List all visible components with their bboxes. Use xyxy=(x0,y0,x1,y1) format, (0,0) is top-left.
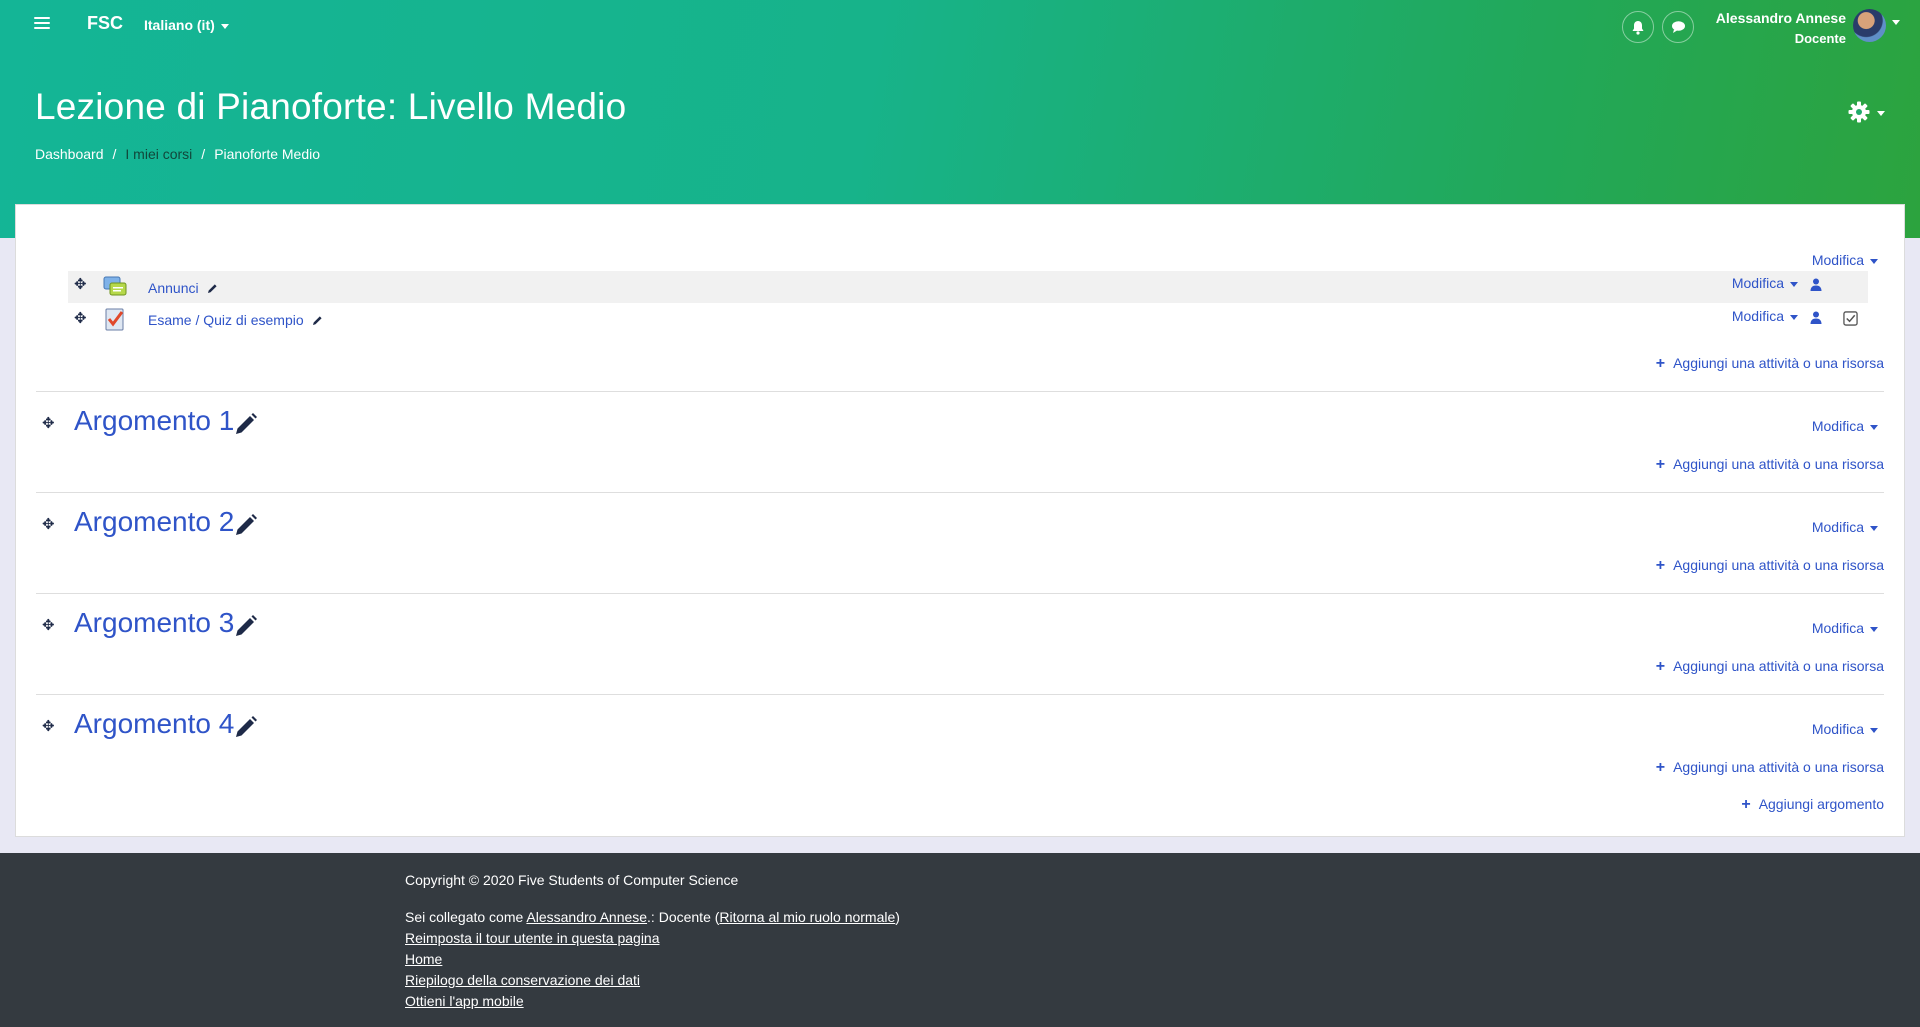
user-icon[interactable] xyxy=(1810,278,1822,291)
pencil-icon[interactable] xyxy=(234,412,258,436)
footer-return-role-link[interactable]: Ritorna al mio ruolo normale xyxy=(719,909,895,925)
section-1-add-activity[interactable]: + Aggiungi una attività o una risorsa xyxy=(1656,456,1884,474)
activity-link-quiz[interactable]: Esame / Quiz di esempio xyxy=(148,312,323,328)
chevron-down-icon xyxy=(220,23,229,29)
divider xyxy=(36,694,1884,695)
plus-icon: + xyxy=(1655,456,1666,473)
footer-home-link[interactable]: Home xyxy=(405,951,442,967)
breadcrumb-my-courses[interactable]: I miei corsi xyxy=(125,146,192,162)
footer-login-info: Sei collegato come Alessandro Annese.: D… xyxy=(405,909,900,925)
move-icon[interactable]: ✥ xyxy=(42,717,55,735)
section-2-edit-menu[interactable]: Modifica xyxy=(1812,519,1878,535)
completion-checkbox-icon[interactable] xyxy=(1843,311,1858,326)
section-4-edit-menu[interactable]: Modifica xyxy=(1812,721,1878,737)
navbar: FSC Italiano (it) Alessandro Annese Doce… xyxy=(0,0,1920,50)
move-icon[interactable]: ✥ xyxy=(74,309,87,327)
plus-icon: + xyxy=(1741,796,1751,813)
footer: Copyright © 2020 Five Students of Comput… xyxy=(0,853,1920,1027)
plus-icon: + xyxy=(1655,658,1666,675)
pencil-icon[interactable] xyxy=(234,715,258,739)
move-icon[interactable]: ✥ xyxy=(74,275,87,293)
activity-row-annunci: ✥ Annunci Modifica xyxy=(68,271,1868,303)
language-label: Italiano (it) xyxy=(144,17,215,33)
messages-button[interactable] xyxy=(1662,11,1694,43)
section-3-add-activity[interactable]: + Aggiungi una attività o una risorsa xyxy=(1656,658,1884,676)
chevron-down-icon[interactable] xyxy=(1892,20,1900,25)
section-title-1[interactable]: Argomento 1 xyxy=(74,405,234,437)
site-brand[interactable]: FSC xyxy=(87,13,123,34)
divider xyxy=(36,391,1884,392)
section-1-edit-menu[interactable]: Modifica xyxy=(1812,418,1878,434)
section-2-add-activity[interactable]: + Aggiungi una attività o una risorsa xyxy=(1656,557,1884,575)
quiz-icon xyxy=(105,308,124,331)
gear-icon[interactable] xyxy=(1848,101,1870,123)
page-title: Lezione di Pianoforte: Livello Medio xyxy=(35,86,627,127)
user-name[interactable]: Alessandro Annese xyxy=(1716,10,1846,26)
footer-copyright: Copyright © 2020 Five Students of Comput… xyxy=(405,872,739,888)
plus-icon: + xyxy=(1655,759,1666,776)
footer-reset-tour-link[interactable]: Reimposta il tour utente in questa pagin… xyxy=(405,930,660,946)
section-title-4[interactable]: Argomento 4 xyxy=(74,708,234,740)
pencil-icon[interactable] xyxy=(234,513,258,537)
user-icon[interactable] xyxy=(1810,311,1822,324)
menu-icon[interactable] xyxy=(34,17,50,31)
avatar[interactable] xyxy=(1853,9,1886,42)
notifications-button[interactable] xyxy=(1622,11,1654,43)
activity-link-annunci[interactable]: Annunci xyxy=(148,280,218,296)
forum-icon xyxy=(103,276,127,296)
footer-data-retention-link[interactable]: Riepilogo della conservazione dei dati xyxy=(405,972,640,988)
move-icon[interactable]: ✥ xyxy=(42,515,55,533)
pencil-icon[interactable] xyxy=(234,614,258,638)
chevron-down-icon[interactable] xyxy=(1877,111,1885,116)
pencil-icon xyxy=(207,284,217,293)
section-3-edit-menu[interactable]: Modifica xyxy=(1812,620,1878,636)
move-icon[interactable]: ✥ xyxy=(42,414,55,432)
activity-edit-menu[interactable]: Modifica xyxy=(1732,275,1798,291)
activity-edit-menu[interactable]: Modifica xyxy=(1732,308,1798,324)
user-role: Docente xyxy=(1794,31,1846,46)
section-0-edit-menu[interactable]: Modifica xyxy=(1812,252,1878,268)
section-title-3[interactable]: Argomento 3 xyxy=(74,607,234,639)
activity-row-quiz: ✥ Esame / Quiz di esempio Modifica xyxy=(68,303,1868,335)
language-menu[interactable]: Italiano (it) xyxy=(144,17,229,33)
section-4-add-activity[interactable]: + Aggiungi una attività o una risorsa xyxy=(1656,759,1884,777)
plus-icon: + xyxy=(1655,355,1666,372)
move-icon[interactable]: ✥ xyxy=(42,616,55,634)
footer-user-link[interactable]: Alessandro Annese xyxy=(526,909,647,925)
course-content: Modifica ✥ Annunci Modifica ✥ Esame / Qu… xyxy=(15,204,1905,837)
section-0-add-activity[interactable]: + Aggiungi una attività o una risorsa xyxy=(1656,355,1884,373)
pencil-icon xyxy=(312,316,322,325)
chat-icon xyxy=(1671,21,1685,33)
bell-icon xyxy=(1632,20,1644,35)
breadcrumb-course[interactable]: Pianoforte Medio xyxy=(214,146,320,162)
add-topic-button[interactable]: + Aggiungi argomento xyxy=(1741,796,1884,814)
section-title-2[interactable]: Argomento 2 xyxy=(74,506,234,538)
footer-mobile-app-link[interactable]: Ottieni l'app mobile xyxy=(405,993,524,1009)
breadcrumb: Dashboard / I miei corsi / Pianoforte Medio xyxy=(35,146,321,162)
breadcrumb-dashboard[interactable]: Dashboard xyxy=(35,146,104,162)
divider xyxy=(36,593,1884,594)
divider xyxy=(36,492,1884,493)
plus-icon: + xyxy=(1655,557,1666,574)
